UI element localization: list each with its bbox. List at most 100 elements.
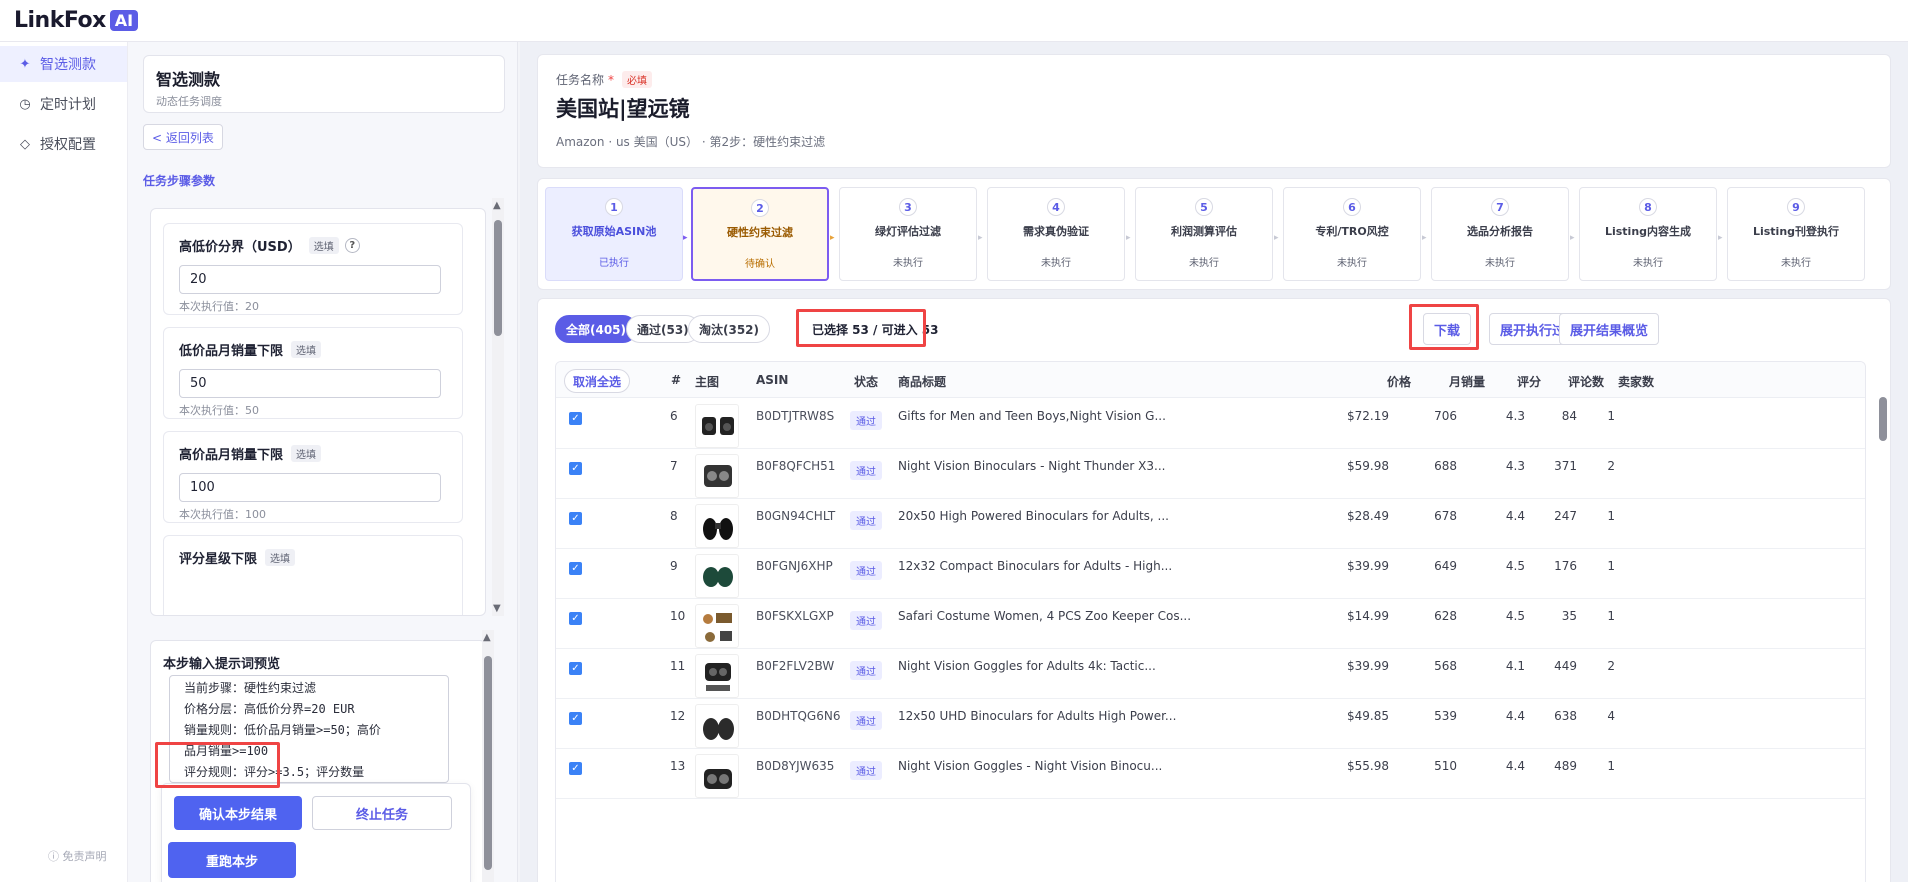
product-thumbnail[interactable] bbox=[695, 404, 739, 448]
row-sales: 688 bbox=[1434, 459, 1457, 473]
filter-all-tab[interactable]: 全部(405) bbox=[555, 315, 638, 343]
step-number: 9 bbox=[1787, 198, 1805, 216]
nav-item-smart-test[interactable]: ✦ 智选测款 bbox=[0, 46, 127, 82]
product-thumbnail[interactable] bbox=[695, 704, 739, 748]
table-row[interactable]: ✓ 9 B0FGNJ6XHP 通过 12x32 Compact Binoculars f… bbox=[556, 549, 1865, 599]
row-title[interactable]: 20x50 High Powered Binoculars for Adults… bbox=[898, 509, 1169, 523]
row-title[interactable]: 12x50 UHD Binoculars for Adults High Pow… bbox=[898, 709, 1176, 723]
scroll-thumb[interactable] bbox=[484, 656, 492, 870]
step-status: 未执行 bbox=[1189, 258, 1219, 269]
row-title[interactable]: Night Vision Goggles for Adults 4k: Tact… bbox=[898, 659, 1156, 673]
product-thumbnail[interactable] bbox=[695, 754, 739, 798]
param-input[interactable]: 20 bbox=[179, 265, 441, 294]
table-row[interactable]: ✓ 12 B0DHTQG6N6 通过 12x50 UHD Binoculars for … bbox=[556, 699, 1865, 749]
step-status: 未执行 bbox=[893, 258, 923, 269]
back-to-list-button[interactable]: < 返回列表 bbox=[143, 124, 223, 150]
status-badge: 通过 bbox=[850, 561, 882, 580]
help-icon[interactable]: ? bbox=[344, 238, 360, 253]
row-asin[interactable]: B0DTJTRW8S bbox=[756, 409, 834, 423]
deselect-all-button[interactable]: 取消全选 bbox=[564, 369, 631, 393]
confirm-step-button[interactable]: 确认本步结果 bbox=[174, 796, 302, 830]
step-1[interactable]: 1 获取原始ASIN池 已执行 bbox=[545, 187, 683, 281]
param-label: 低价品月销量下限 bbox=[179, 344, 284, 359]
row-title[interactable]: Gifts for Men and Teen Boys,Night Vision… bbox=[898, 409, 1166, 423]
step-progress: 1 获取原始ASIN池 已执行 ▸ 2 硬性约束过滤 待确认 ▸ 3 绿灯评估过… bbox=[537, 178, 1891, 290]
results-table: 取消全选 # 主图 ASIN 状态 商品标题 价格 月销量 评分 评论数 卖家数… bbox=[555, 361, 1866, 882]
row-asin[interactable]: B0F2FLV2BW bbox=[756, 659, 834, 673]
filter-fail-tab[interactable]: 淘汰(352) bbox=[688, 315, 771, 343]
param-hint: 本次执行值：100 bbox=[179, 508, 266, 521]
row-asin[interactable]: B0F8QFCH51 bbox=[756, 459, 835, 473]
step-7[interactable]: 7 选品分析报告 未执行 bbox=[1431, 187, 1569, 281]
table-row[interactable]: ✓ 7 B0F8QFCH51 通过 Night Vision Binoculars - … bbox=[556, 449, 1865, 499]
step-4[interactable]: 4 需求真伪验证 未执行 bbox=[987, 187, 1125, 281]
prompt-scrollbar[interactable]: ▲ ▼ bbox=[482, 630, 494, 882]
step-9[interactable]: 9 Listing刊登执行 未执行 bbox=[1727, 187, 1865, 281]
row-asin[interactable]: B0GN94CHLT bbox=[756, 509, 835, 523]
row-price: $59.98 bbox=[1347, 459, 1389, 473]
scroll-thumb[interactable] bbox=[1879, 397, 1887, 441]
table-row[interactable]: ✓ 8 B0GN94CHLT 通过 20x50 High Powered Binocul… bbox=[556, 499, 1865, 549]
prompt-textarea[interactable]: 当前步骤：硬性约束过滤 价格分层：高低价分界=20 EUR 销量规则：低价品月销… bbox=[169, 675, 449, 783]
row-title[interactable]: Safari Costume Women, 4 PCS Zoo Keeper C… bbox=[898, 609, 1191, 623]
row-checkbox[interactable]: ✓ bbox=[569, 462, 582, 475]
row-checkbox[interactable]: ✓ bbox=[569, 512, 582, 525]
scroll-thumb[interactable] bbox=[494, 220, 502, 336]
nav-item-auth[interactable]: ◇ 授权配置 bbox=[0, 126, 127, 162]
param-input[interactable]: 100 bbox=[179, 473, 441, 502]
row-title[interactable]: Night Vision Goggles - Night Vision Bino… bbox=[898, 759, 1162, 773]
product-thumbnail[interactable] bbox=[695, 604, 739, 648]
rerun-step-button[interactable]: 重跑本步 bbox=[168, 842, 296, 878]
product-thumbnail[interactable] bbox=[695, 454, 739, 498]
row-asin[interactable]: B0DHTQG6N6 bbox=[756, 709, 840, 723]
row-sellers: 2 bbox=[1607, 659, 1615, 673]
step-status: 待确认 bbox=[745, 259, 775, 270]
row-price: $39.99 bbox=[1347, 559, 1389, 573]
disclaimer-link[interactable]: ⓘ 免责声明 bbox=[48, 848, 107, 864]
step-number: 3 bbox=[899, 198, 917, 216]
col-price: 价格 bbox=[1387, 375, 1412, 389]
row-asin[interactable]: B0FGNJ6XHP bbox=[756, 559, 833, 573]
row-checkbox[interactable]: ✓ bbox=[569, 412, 582, 425]
table-row[interactable]: ✓ 10 B0FSKXLGXP 通过 Safari Costume Women, 4 P… bbox=[556, 599, 1865, 649]
row-checkbox[interactable]: ✓ bbox=[569, 762, 582, 775]
scroll-down-icon[interactable]: ▼ bbox=[493, 603, 501, 614]
row-checkbox[interactable]: ✓ bbox=[569, 562, 582, 575]
param-input[interactable]: 50 bbox=[179, 369, 441, 398]
row-rating: 4.4 bbox=[1505, 759, 1525, 773]
product-thumbnail[interactable] bbox=[695, 654, 739, 698]
row-checkbox[interactable]: ✓ bbox=[569, 712, 582, 725]
row-title[interactable]: Night Vision Binoculars - Night Thunder … bbox=[898, 459, 1165, 473]
step-5[interactable]: 5 利润测算评估 未执行 bbox=[1135, 187, 1273, 281]
table-scrollbar[interactable] bbox=[1879, 367, 1887, 882]
table-row[interactable]: ✓ 13 B0D8YJW635 通过 Night Vision Goggles - Ni… bbox=[556, 749, 1865, 799]
scroll-up-icon[interactable]: ▲ bbox=[483, 632, 491, 643]
row-price: $49.85 bbox=[1347, 709, 1389, 723]
row-checkbox[interactable]: ✓ bbox=[569, 612, 582, 625]
row-rating: 4.4 bbox=[1505, 509, 1525, 523]
step-6[interactable]: 6 专利/TRO风控 未执行 bbox=[1283, 187, 1421, 281]
table-row[interactable]: ✓ 11 B0F2FLV2BW 通过 Night Vision Goggles for … bbox=[556, 649, 1865, 699]
status-badge: 通过 bbox=[850, 411, 882, 430]
step-2[interactable]: 2 硬性约束过滤 待确认 bbox=[691, 187, 829, 281]
step-name: 利润测算评估 bbox=[1171, 225, 1237, 238]
row-checkbox[interactable]: ✓ bbox=[569, 662, 582, 675]
stop-task-button[interactable]: 终止任务 bbox=[312, 796, 452, 830]
table-row[interactable]: ✓ 6 B0DTJTRW8S 通过 Gifts for Men and Teen Boy… bbox=[556, 399, 1865, 449]
expand-overview-button[interactable]: 展开结果概览 bbox=[1559, 313, 1660, 345]
step-arrow-icon: ▸ bbox=[683, 233, 688, 243]
step-8[interactable]: 8 Listing内容生成 未执行 bbox=[1579, 187, 1717, 281]
step-3[interactable]: 3 绿灯评估过滤 未执行 bbox=[839, 187, 977, 281]
col-asin: ASIN bbox=[756, 373, 789, 387]
download-button[interactable]: 下载 bbox=[1423, 313, 1472, 345]
params-scrollbar[interactable]: ▲ ▼ bbox=[492, 198, 504, 616]
nav-item-schedule[interactable]: ◷ 定时计划 bbox=[0, 86, 127, 122]
product-thumbnail[interactable] bbox=[695, 554, 739, 598]
row-title[interactable]: 12x32 Compact Binoculars for Adults - Hi… bbox=[898, 559, 1172, 573]
scroll-up-icon[interactable]: ▲ bbox=[493, 200, 501, 211]
row-price: $14.99 bbox=[1347, 609, 1389, 623]
row-sales: 678 bbox=[1434, 509, 1457, 523]
product-thumbnail[interactable] bbox=[695, 504, 739, 548]
row-asin[interactable]: B0FSKXLGXP bbox=[756, 609, 834, 623]
row-asin[interactable]: B0D8YJW635 bbox=[756, 759, 834, 773]
